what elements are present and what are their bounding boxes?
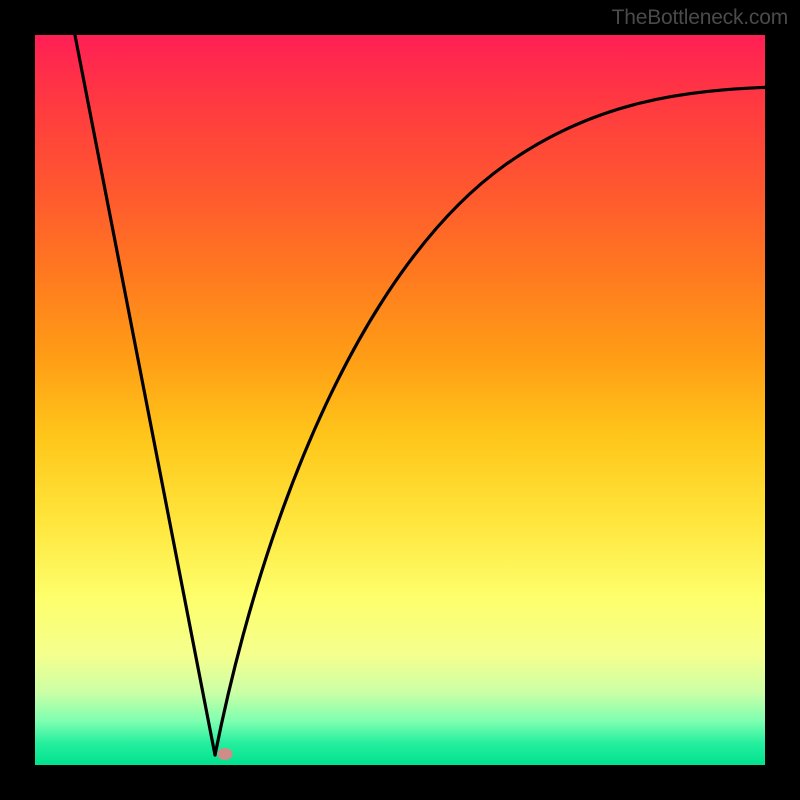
attribution-label: TheBottleneck.com	[612, 6, 788, 30]
optimal-point-marker	[217, 748, 232, 760]
plot-area	[35, 35, 765, 765]
chart-frame: TheBottleneck.com	[0, 0, 800, 800]
bottleneck-curve	[35, 35, 765, 765]
